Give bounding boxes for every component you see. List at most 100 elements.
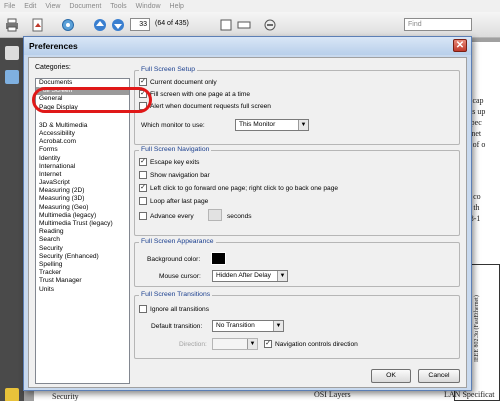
doc-text: LAN Specificat: [444, 390, 495, 399]
previous-page-icon[interactable]: [92, 17, 108, 33]
full-screen-setup-group: Full Screen Setup ✓ Current document onl…: [134, 66, 460, 145]
category-multimedia-trust-legacy[interactable]: Multimedia Trust (legacy): [36, 220, 129, 228]
chevron-down-icon: ▼: [298, 120, 308, 130]
page-count: (64 of 435): [155, 20, 189, 27]
comments-panel-icon[interactable]: [5, 388, 19, 401]
doc-text: Security: [52, 392, 79, 401]
loop-after-last-page-option[interactable]: Loop after last page: [139, 197, 208, 205]
group-title: Full Screen Navigation: [139, 146, 212, 153]
option-label: Left click to go forward one page; right…: [150, 184, 339, 192]
category-units[interactable]: Units: [36, 286, 129, 294]
current-document-only-option[interactable]: ✓ Current document only: [139, 78, 217, 86]
direction-select[interactable]: ▼: [212, 338, 258, 350]
loop-after-last-page-checkbox[interactable]: [139, 197, 147, 205]
advance-every-checkbox[interactable]: [139, 212, 147, 220]
category-forms[interactable]: Forms: [36, 146, 129, 154]
category-3d-multimedia[interactable]: 3D & Multimedia: [36, 122, 129, 130]
category-reading[interactable]: Reading: [36, 228, 129, 236]
escape-exits-option[interactable]: ✓ Escape key exits: [139, 158, 199, 166]
close-button[interactable]: ✕: [453, 39, 467, 52]
alert-full-screen-option[interactable]: Alert when document requests full screen: [139, 102, 271, 110]
fill-screen-option[interactable]: ✓ Fill screen with one page at a time: [139, 90, 250, 98]
escape-exits-checkbox[interactable]: ✓: [139, 158, 147, 166]
menu-window[interactable]: Window: [136, 3, 161, 10]
preferences-dialog: Preferences ✕ Categories: Documents Full…: [23, 36, 472, 391]
category-full-screen[interactable]: Full Screen: [36, 87, 129, 96]
category-general[interactable]: General: [36, 95, 129, 103]
current-document-only-checkbox[interactable]: ✓: [139, 78, 147, 86]
menu-view[interactable]: View: [45, 3, 60, 10]
show-navigation-bar-option[interactable]: Show navigation bar: [139, 171, 210, 179]
navigation-controls-direction-checkbox[interactable]: ✓: [264, 340, 272, 348]
category-security[interactable]: Security: [36, 245, 129, 253]
category-acrobat-com[interactable]: Acrobat.com: [36, 138, 129, 146]
dialog-body: Categories: Documents Full Screen Genera…: [28, 57, 467, 388]
category-search[interactable]: Search: [36, 236, 129, 244]
menu-document[interactable]: Document: [69, 3, 101, 10]
fill-screen-checkbox[interactable]: ✓: [139, 90, 147, 98]
category-multimedia-legacy[interactable]: Multimedia (legacy): [36, 212, 129, 220]
collaborate-icon[interactable]: [60, 17, 76, 33]
dialog-titlebar[interactable]: Preferences ✕: [24, 37, 471, 55]
categories-list[interactable]: Documents Full Screen General Page Displ…: [35, 78, 130, 384]
navigation-pane: [0, 38, 24, 401]
advance-every-option[interactable]: Advance every: [139, 212, 194, 220]
mouse-cursor-select-value: Hidden After Delay: [216, 272, 271, 279]
category-international[interactable]: International: [36, 163, 129, 171]
menu-file[interactable]: File: [4, 3, 15, 10]
mouse-cursor-label: Mouse cursor:: [159, 273, 201, 280]
option-label: Navigation controls direction: [275, 340, 358, 348]
navigation-controls-direction-option[interactable]: ✓ Navigation controls direction: [264, 340, 358, 348]
ignore-all-transitions-checkbox[interactable]: [139, 305, 147, 313]
category-tracker[interactable]: Tracker: [36, 269, 129, 277]
menu-edit[interactable]: Edit: [24, 3, 36, 10]
default-transition-label: Default transition:: [151, 323, 203, 330]
cancel-button[interactable]: Cancel: [418, 369, 460, 383]
category-security-enhanced[interactable]: Security (Enhanced): [36, 253, 129, 261]
category-measuring-geo[interactable]: Measuring (Geo): [36, 204, 129, 212]
category-internet[interactable]: Internet: [36, 171, 129, 179]
monitor-select[interactable]: This Monitor ▼: [235, 119, 309, 131]
show-navigation-bar-checkbox[interactable]: [139, 171, 147, 179]
advance-seconds-stepper[interactable]: [208, 209, 222, 221]
option-label: Current document only: [150, 78, 217, 86]
category-javascript[interactable]: JavaScript: [36, 179, 129, 187]
default-transition-select-value: No Transition: [216, 322, 255, 329]
menu-bar: File Edit View Document Tools Window Hel…: [0, 0, 500, 12]
category-measuring-2d[interactable]: Measuring (2D): [36, 187, 129, 195]
fit-page-icon[interactable]: [218, 17, 234, 33]
pages-panel-icon[interactable]: [5, 46, 19, 60]
default-transition-select[interactable]: No Transition ▼: [212, 320, 284, 332]
alert-full-screen-checkbox[interactable]: [139, 102, 147, 110]
full-screen-navigation-group: Full Screen Navigation ✓ Escape key exit…: [134, 146, 460, 236]
print-icon[interactable]: [4, 17, 20, 33]
category-identity[interactable]: Identity: [36, 155, 129, 163]
create-pdf-icon[interactable]: [30, 17, 46, 33]
fit-width-icon[interactable]: [236, 17, 252, 33]
chevron-down-icon: ▼: [277, 271, 287, 281]
option-label: Ignore all transitions: [150, 305, 210, 313]
category-measuring-3d[interactable]: Measuring (3D): [36, 195, 129, 203]
category-accessibility[interactable]: Accessibility: [36, 130, 129, 138]
full-screen-appearance-group: Full Screen Appearance Background color:…: [134, 238, 460, 287]
doc-table-cell: IEEE 802.3u (FastEthernet): [474, 295, 480, 362]
zoom-out-icon[interactable]: [262, 17, 278, 33]
left-click-forward-option[interactable]: ✓ Left click to go forward one page; rig…: [139, 184, 338, 192]
find-input[interactable]: Find: [404, 18, 472, 31]
category-trust-manager[interactable]: Trust Manager: [36, 277, 129, 285]
menu-tools[interactable]: Tools: [110, 3, 126, 10]
next-page-icon[interactable]: [110, 17, 126, 33]
attachments-panel-icon[interactable]: [5, 70, 19, 84]
category-page-display[interactable]: Page Display: [36, 104, 129, 112]
menu-help[interactable]: Help: [170, 3, 184, 10]
left-click-forward-checkbox[interactable]: ✓: [139, 184, 147, 192]
ignore-all-transitions-option[interactable]: Ignore all transitions: [139, 305, 209, 313]
mouse-cursor-select[interactable]: Hidden After Delay ▼: [212, 270, 288, 282]
background-color-swatch[interactable]: [211, 252, 226, 265]
ok-button[interactable]: OK: [371, 369, 411, 383]
category-documents[interactable]: Documents: [36, 79, 129, 87]
category-spelling[interactable]: Spelling: [36, 261, 129, 269]
page-number-input[interactable]: 33: [130, 18, 150, 31]
doc-text: OSI Layers: [314, 390, 351, 399]
direction-label: Direction:: [179, 341, 207, 348]
